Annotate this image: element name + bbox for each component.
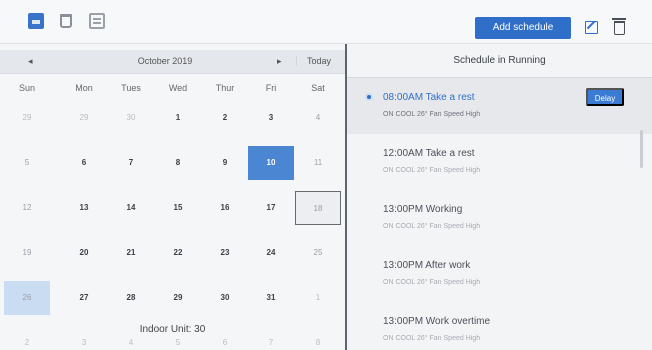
calendar: ◂ October 2019 ▸ Today Sun Mon Tues Wed Thur… (0, 44, 345, 350)
calendar-header: ◂ October 2019 ▸ Today (0, 50, 345, 74)
calendar-day[interactable]: 27 (61, 281, 107, 315)
weekday-header: Sat (311, 83, 325, 93)
calendar-day[interactable]: 10 (248, 146, 294, 180)
calendar-day[interactable]: 4 (295, 101, 341, 135)
weekday-header: Sun (18, 83, 35, 93)
schedule-item[interactable]: 12:00AM Take a rest ON COOL 26° Fan Spee… (347, 134, 652, 190)
calendar-day[interactable]: 24 (248, 236, 294, 270)
calendar-day[interactable]: 30 (202, 281, 248, 315)
calendar-day[interactable]: 26 (4, 281, 50, 315)
schedule-detail: ON COOL 26° Fan Speed High (383, 111, 481, 118)
schedule-title: 12:00AM Take a rest (383, 148, 475, 159)
calendar-day[interactable]: 2 (202, 101, 248, 135)
list-icon[interactable] (89, 13, 105, 29)
calendar-day[interactable]: 5 (4, 146, 50, 180)
delete-icon[interactable] (612, 18, 626, 35)
schedule-detail: ON COOL 26° Fan Speed High (383, 167, 481, 174)
schedule-title: 13:00PM Working (383, 204, 463, 215)
calendar-day[interactable]: 17 (248, 191, 294, 225)
calendar-day[interactable]: 20 (61, 236, 107, 270)
calendar-day[interactable]: 28 (108, 281, 154, 315)
calendar-day[interactable]: 18 (295, 191, 341, 225)
calendar-day[interactable]: 29 (4, 101, 50, 135)
calendar-day[interactable]: 7 (108, 146, 154, 180)
calendar-day[interactable]: 25 (295, 236, 341, 270)
calendar-day[interactable]: 14 (108, 191, 154, 225)
weekday-header: Wed (168, 83, 188, 93)
schedule-title: 13:00PM After work (383, 260, 471, 271)
schedule-title: 13:00PM Work overtime (383, 316, 491, 327)
calendar-day[interactable]: 22 (155, 236, 201, 270)
calendar-day[interactable]: 3 (248, 101, 294, 135)
calendar-day[interactable]: 13 (61, 191, 107, 225)
calendar-day[interactable]: 12 (4, 191, 50, 225)
weekday-header: Tues (121, 83, 141, 93)
trash-icon[interactable] (60, 14, 72, 28)
calendar-day[interactable]: 23 (202, 236, 248, 270)
calendar-day[interactable]: 1 (155, 101, 201, 135)
calendar-day[interactable]: 9 (202, 146, 248, 180)
calendar-day[interactable]: 29 (155, 281, 201, 315)
calendar-day[interactable]: 29 (61, 101, 107, 135)
schedule-title: 08:00AM Take a rest (383, 92, 475, 103)
weekday-header: Fri (265, 83, 277, 93)
schedule-item[interactable]: 13:00PM After work ON COOL 26° Fan Speed… (347, 246, 652, 302)
schedule-detail: ON COOL 26° Fan Speed High (383, 279, 481, 286)
calendar-day[interactable]: 21 (108, 236, 154, 270)
weekday-header: Mon (75, 83, 93, 93)
indoor-unit-label: Indoor Unit: 30 (139, 324, 206, 335)
delay-button[interactable]: Delay (586, 88, 624, 106)
toolbar: Add schedule (0, 0, 652, 44)
calendar-day[interactable]: 19 (4, 236, 50, 270)
calendar-day[interactable]: 11 (295, 146, 341, 180)
add-schedule-button[interactable]: Add schedule (475, 17, 571, 39)
calendar-icon[interactable] (28, 13, 44, 29)
month-label: October 2019 (137, 56, 193, 66)
schedule-detail: ON COOL 26° Fan Speed High (383, 335, 481, 342)
panel-title: Schedule in Running (453, 55, 546, 66)
calendar-day[interactable]: 31 (248, 281, 294, 315)
calendar-day[interactable]: 1 (295, 281, 341, 315)
next-month-icon[interactable]: ▸ (277, 56, 282, 67)
calendar-day[interactable]: 6 (61, 146, 107, 180)
schedule-item[interactable]: 08:00AM Take a rest ON COOL 26° Fan Spee… (347, 78, 652, 134)
calendar-day[interactable]: 16 (202, 191, 248, 225)
schedule-item[interactable]: 13:00PM Working ON COOL 26° Fan Speed Hi… (347, 190, 652, 246)
schedule-detail: ON COOL 26° Fan Speed High (383, 223, 481, 230)
weekday-header: Thur (215, 83, 235, 93)
calendar-day[interactable]: 30 (108, 101, 154, 135)
calendar-day[interactable]: 8 (155, 146, 201, 180)
schedule-app: Add schedule ◂ October 2019 ▸ Today Sun M… (0, 0, 652, 350)
scrollbar[interactable] (640, 130, 643, 168)
schedule-item[interactable]: 13:00PM Work overtime ON COOL 26° Fan Sp… (347, 302, 652, 350)
running-indicator-icon (365, 93, 373, 101)
schedule-panel: Schedule in Running 08:00AM Take a rest … (347, 44, 652, 350)
prev-month-icon[interactable]: ◂ (28, 56, 33, 67)
calendar-day[interactable]: 15 (155, 191, 201, 225)
today-button[interactable]: Today (296, 56, 341, 66)
edit-icon[interactable] (585, 21, 598, 34)
